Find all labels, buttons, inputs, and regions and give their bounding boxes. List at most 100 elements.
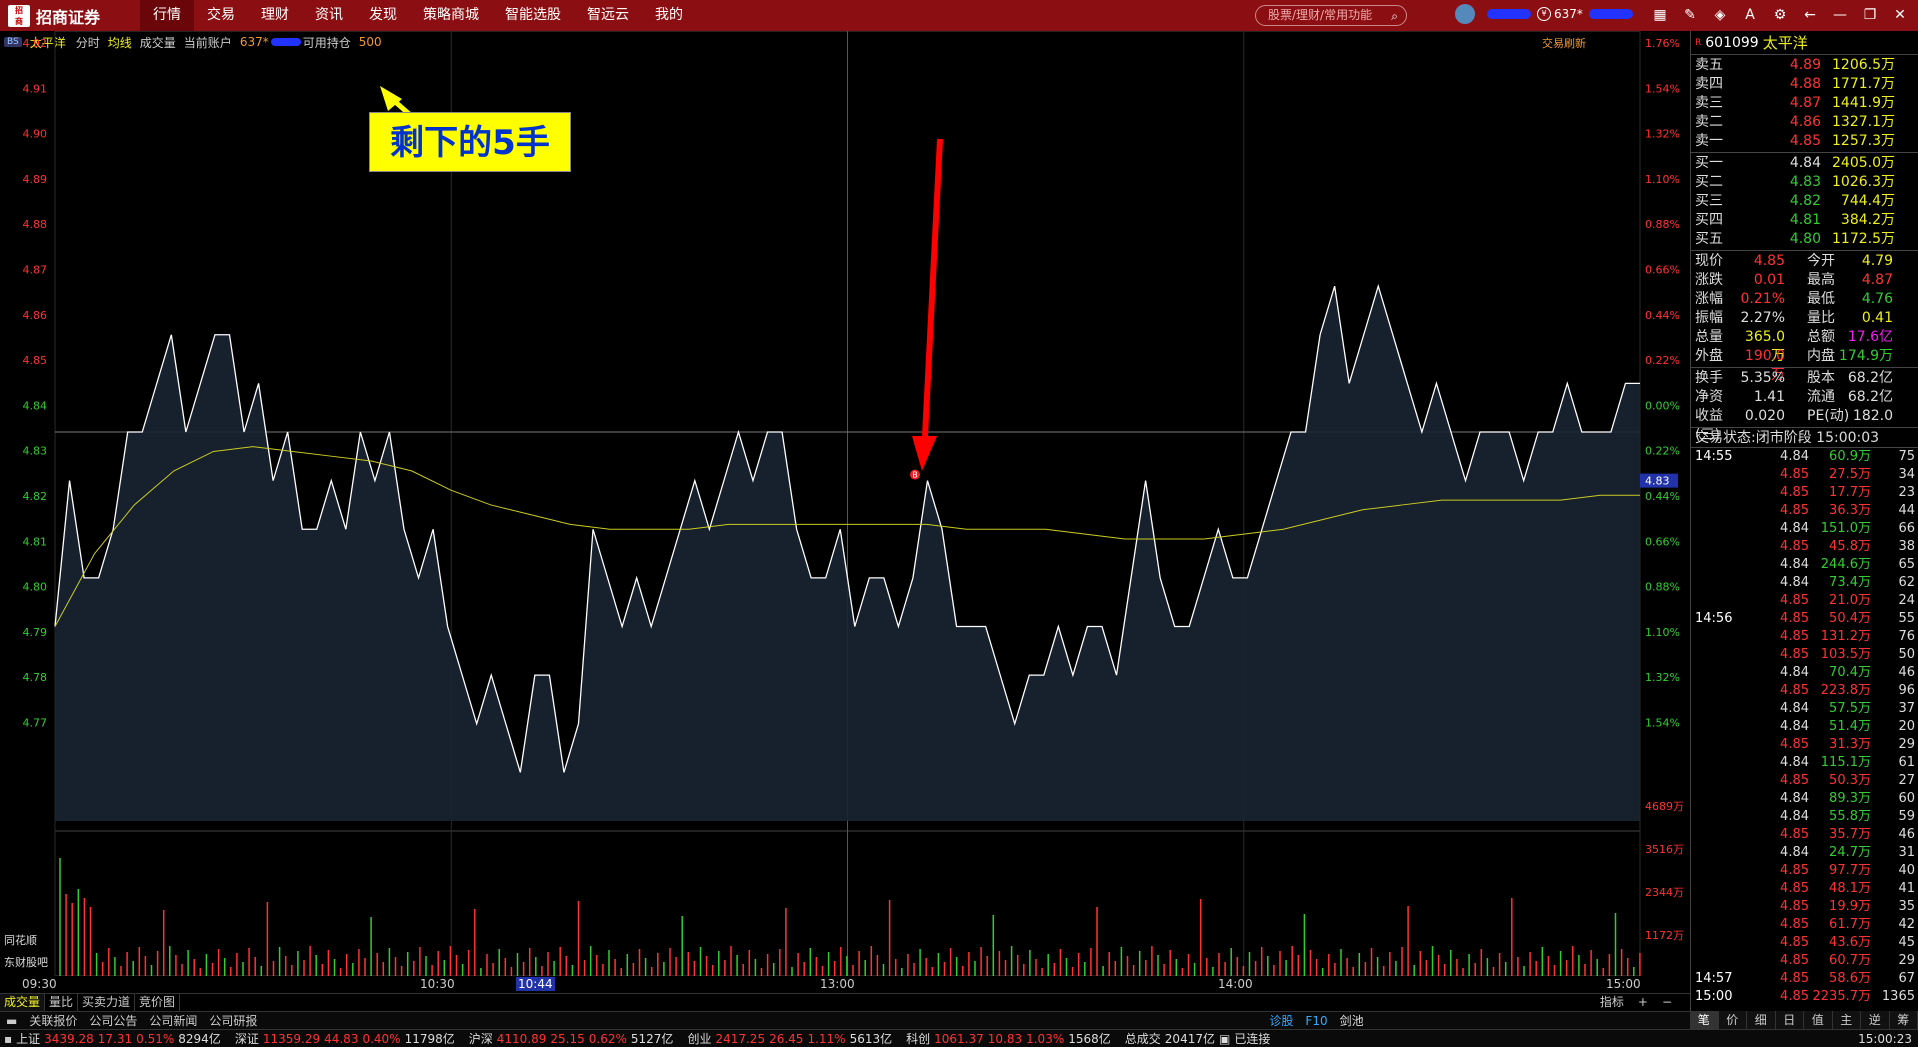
index-value: 1061.37: [934, 1031, 984, 1046]
remove-button[interactable]: −: [1662, 993, 1672, 1011]
add-button[interactable]: +: [1638, 993, 1648, 1011]
menu-jiaoyi[interactable]: 交易: [194, 0, 248, 31]
menu-faxian[interactable]: 发现: [356, 0, 410, 31]
sell-row[interactable]: 卖一 4.85 1257.3万: [1691, 132, 1918, 151]
index-name[interactable]: 沪深: [469, 1030, 493, 1047]
tick-volume: 97.7万: [1829, 863, 1871, 878]
edit-icon[interactable]: ✎: [1680, 5, 1700, 25]
sell-row[interactable]: 卖三 4.87 1441.9万: [1691, 94, 1918, 113]
search-icon[interactable]: ⌕: [1391, 7, 1398, 26]
index-name[interactable]: 创业: [687, 1030, 711, 1047]
price-tick: 4.88: [23, 218, 48, 231]
stat-value: 5.35%: [1740, 370, 1785, 386]
stat-label: 量比: [1807, 310, 1835, 326]
tab-chou[interactable]: 筹: [1890, 1011, 1918, 1029]
back-icon[interactable]: ←: [1800, 5, 1820, 25]
tab-zhi[interactable]: 值: [1804, 1011, 1833, 1029]
buy-label: 买三: [1695, 193, 1723, 209]
pct-tick: 1.32%: [1645, 128, 1680, 141]
avatar[interactable]: [1455, 4, 1475, 24]
stat-label: 外盘: [1695, 348, 1723, 364]
minimize-icon[interactable]: —: [1830, 5, 1850, 25]
buy-row[interactable]: 买一 4.84 2405.0万: [1691, 154, 1918, 173]
index-name[interactable]: 深证: [235, 1030, 259, 1047]
index-name[interactable]: 上证: [16, 1030, 40, 1047]
font-icon[interactable]: A: [1740, 5, 1760, 25]
calendar-icon[interactable]: ▦: [1650, 5, 1670, 25]
tab-xinwen[interactable]: 公司新闻: [143, 1012, 203, 1029]
connection-status[interactable]: 已连接: [1234, 1030, 1270, 1047]
menu-hangqing[interactable]: 行情: [140, 0, 194, 31]
price-tick: 4.82: [23, 490, 48, 503]
stat-label: 现价: [1695, 253, 1723, 269]
account-number: 637*: [1554, 7, 1583, 21]
price-tick: 4.87: [23, 264, 48, 277]
restore-icon[interactable]: ❐: [1860, 5, 1880, 25]
buy-row[interactable]: 买四 4.81 384.2万: [1691, 211, 1918, 230]
tab-gonggao[interactable]: 公司公告: [83, 1012, 143, 1029]
right-panel-tabs: 笔 价 细 日 值 主 逆 筹: [1690, 1011, 1918, 1029]
buy-orders: 买一 4.84 2405.0万 买二 4.83 1026.3万 买三 4.82 744.4万 买四…: [1691, 153, 1918, 251]
tab-jia[interactable]: 价: [1719, 1011, 1747, 1029]
jianchi-link[interactable]: 剑池: [1334, 1012, 1370, 1029]
index-value: 11359.29: [262, 1031, 321, 1046]
tab-xi[interactable]: 细: [1747, 1011, 1776, 1029]
tick-row: 14:55 4.84 60.9万 75: [1691, 448, 1918, 466]
stat-value: 68.2亿: [1847, 370, 1893, 386]
tab-ni[interactable]: 逆: [1861, 1011, 1890, 1029]
buy-row[interactable]: 买五 4.80 1172.5万: [1691, 230, 1918, 249]
box-icon[interactable]: ◈: [1710, 5, 1730, 25]
chevron-icon[interactable]: ▬: [0, 1014, 23, 1028]
stat-value: 68.2亿: [1847, 389, 1893, 405]
diagnose-link[interactable]: 诊股: [1263, 1012, 1299, 1029]
tab-ri[interactable]: 日: [1776, 1011, 1804, 1029]
menu-zixun[interactable]: 资讯: [302, 0, 356, 31]
tick-time: [1695, 718, 1759, 736]
f10-link[interactable]: F10: [1299, 1014, 1333, 1028]
tick-volume: 43.6万: [1829, 935, 1871, 950]
tab-guanlian[interactable]: 关联报价: [23, 1012, 83, 1029]
tab-maimai-lidao[interactable]: 买卖力道: [78, 994, 136, 1011]
tab-bi[interactable]: 笔: [1690, 1011, 1719, 1029]
tab-jingjia[interactable]: 竞价图: [135, 994, 181, 1011]
indicator-tabs: 成交量 量比 买卖力道 竞价图: [0, 993, 1690, 1011]
tab-chengjiaoliang[interactable]: 成交量: [0, 994, 46, 1011]
tick-volume: 24.7万: [1829, 845, 1871, 860]
tick-count: 29: [1898, 953, 1915, 968]
menu-zhiyuanyun[interactable]: 智远云: [574, 0, 642, 31]
menu-licai[interactable]: 理财: [248, 0, 302, 31]
menu-xuangu[interactable]: 智能选股: [492, 0, 574, 31]
tab-yanbao[interactable]: 公司研报: [203, 1012, 263, 1029]
tick-row: 4.85 103.5万 50: [1691, 646, 1918, 664]
menu-celue[interactable]: 策略商城: [410, 0, 492, 31]
close-icon[interactable]: ✕: [1890, 5, 1910, 25]
tick-price: 4.85: [1780, 863, 1809, 878]
tab-liangbi[interactable]: 量比: [45, 994, 79, 1011]
search-input[interactable]: 股票/理财/常用功能 ⌕: [1255, 5, 1407, 26]
sell-row[interactable]: 卖五 4.89 1206.5万: [1691, 56, 1918, 75]
tick-price: 4.85: [1780, 611, 1809, 626]
user-info[interactable]: ¥637*: [1455, 4, 1639, 24]
gear-icon[interactable]: ⚙: [1770, 5, 1790, 25]
tick-time: 15:00: [1695, 989, 1733, 1004]
sell-row[interactable]: 卖二 4.86 1327.1万: [1691, 113, 1918, 132]
side-label: 东财股吧: [4, 955, 48, 969]
square-icon[interactable]: ▪: [4, 1032, 12, 1046]
tick-count: 34: [1898, 467, 1915, 482]
index-amount: 8294亿: [178, 1032, 221, 1046]
intraday-chart: 4.92 1.76% 4.91 1.54% 4.90 1.32% 4.89 1.10% 4.88…: [4, 31, 1684, 976]
tick-count: 46: [1898, 665, 1915, 680]
buy-row[interactable]: 买二 4.83 1026.3万: [1691, 173, 1918, 192]
tick-list[interactable]: 14:55 4.84 60.9万 75 4.85 27.5万 34 4.85 17.7万 23 4.…: [1691, 448, 1918, 1006]
stat-row: 收益(三) 0.020 PE(动) 182.0: [1691, 407, 1918, 443]
pct-tick: 1.32%: [1645, 671, 1680, 684]
app-logo[interactable]: 招商招商证券: [0, 4, 140, 28]
stat-label: 涨幅: [1695, 291, 1723, 307]
buy-row[interactable]: 买三 4.82 744.4万: [1691, 192, 1918, 211]
stat-row: 振幅 2.27% 量比 0.41: [1691, 309, 1918, 328]
indicator-button[interactable]: 指标: [1600, 993, 1624, 1011]
index-name[interactable]: 科创: [906, 1030, 930, 1047]
tab-zhu[interactable]: 主: [1833, 1011, 1861, 1029]
menu-wode[interactable]: 我的: [642, 0, 696, 31]
sell-row[interactable]: 卖四 4.88 1771.7万: [1691, 75, 1918, 94]
